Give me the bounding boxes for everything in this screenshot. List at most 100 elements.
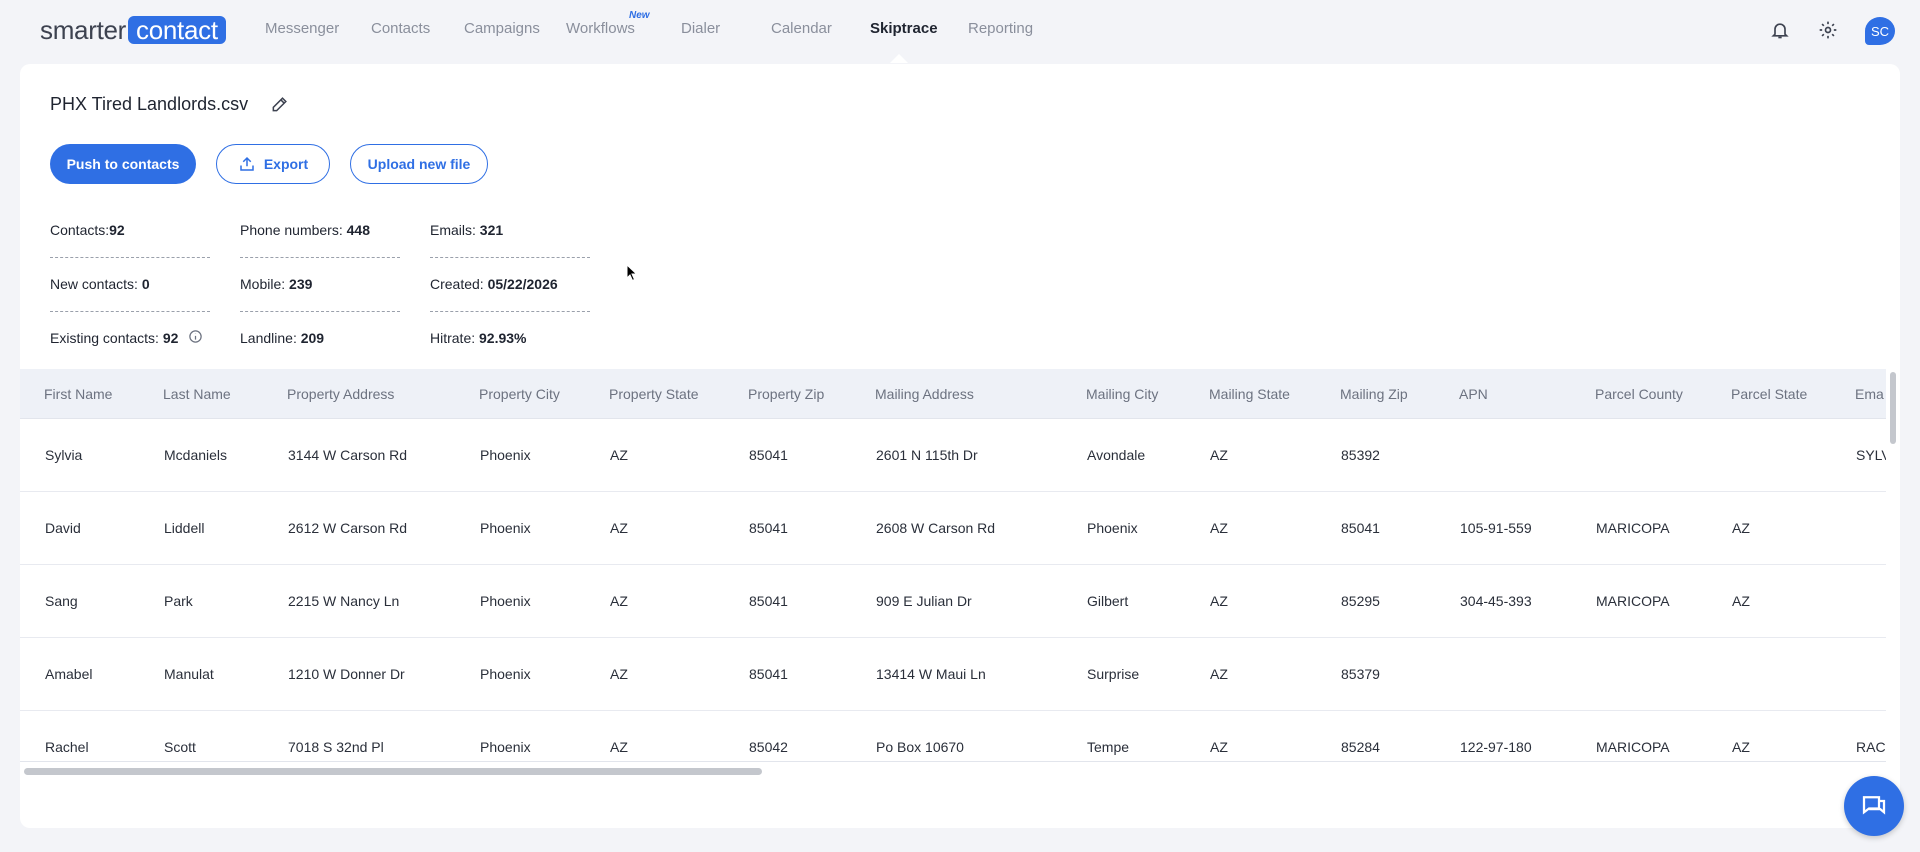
cell: 85042 <box>749 739 788 755</box>
cell: Po Box 10670 <box>876 739 964 755</box>
column-header[interactable]: Parcel County <box>1595 386 1683 402</box>
cell: Sang <box>45 593 78 609</box>
mouse-cursor-icon <box>626 263 638 287</box>
table-row[interactable]: Rachel Scott 7018 S 32nd Pl Phoenix AZ 8… <box>20 711 1886 765</box>
column-header[interactable]: Property State <box>609 386 699 402</box>
column-header[interactable]: Mailing Address <box>875 386 974 402</box>
cell: Phoenix <box>480 739 531 755</box>
bell-icon[interactable] <box>1768 18 1792 42</box>
horizontal-scrollbar[interactable] <box>20 765 1886 777</box>
divider <box>430 257 590 258</box>
cell: Tempe <box>1087 739 1130 755</box>
chat-support-button[interactable] <box>1844 776 1904 836</box>
divider <box>50 257 210 258</box>
smartercontact-logo[interactable]: smarter contact <box>40 16 226 44</box>
cell: Liddell <box>164 520 205 536</box>
column-header[interactable]: First Name <box>44 386 112 402</box>
stat-phone-numbers: Phone numbers: 448 <box>240 222 370 238</box>
cell: 105-91-559 <box>1460 520 1532 536</box>
stat-emails: Emails: 321 <box>430 222 504 238</box>
nav-item-contacts[interactable]: Contacts <box>371 20 430 37</box>
cell: AZ <box>1210 447 1228 463</box>
active-nav-indicator <box>890 54 908 63</box>
cell: 3144 W Carson Rd <box>288 447 408 463</box>
cell: 122-97-180 <box>1460 739 1532 755</box>
pencil-icon[interactable] <box>270 94 292 116</box>
table-row[interactable]: Sylvia Mcdaniels 3144 W Carson Rd Phoeni… <box>20 419 1886 492</box>
cell: AZ <box>1210 593 1228 609</box>
column-header[interactable]: Ema <box>1855 386 1884 402</box>
cell: Surprise <box>1087 666 1140 682</box>
cell: Park <box>164 593 193 609</box>
cell: AZ <box>610 739 628 755</box>
column-header[interactable]: Mailing City <box>1086 386 1158 402</box>
cell: Phoenix <box>480 593 531 609</box>
cell: Avondale <box>1087 447 1146 463</box>
push-to-contacts-button[interactable]: Push to contacts <box>50 144 196 184</box>
stat-existing-contacts: Existing contacts: 92 <box>50 330 203 347</box>
column-header[interactable]: APN <box>1459 386 1488 402</box>
column-header[interactable]: Property Zip <box>748 386 824 402</box>
cell: 85041 <box>749 520 788 536</box>
cell: AZ <box>1210 520 1228 536</box>
cell: 1210 W Donner Dr <box>288 666 405 682</box>
cell: 304-45-393 <box>1460 593 1532 609</box>
chat-bubble-icon <box>1862 796 1886 815</box>
cell: Phoenix <box>480 666 531 682</box>
cell: 85041 <box>1341 520 1380 536</box>
upload-icon <box>238 155 256 173</box>
vertical-scrollbar-thumb[interactable] <box>1890 372 1896 444</box>
cell: 909 E Julian Dr <box>876 593 972 609</box>
cell: AZ <box>1210 666 1228 682</box>
cell: MARICOPA <box>1596 593 1670 609</box>
table-row[interactable]: David Liddell 2612 W Carson Rd Phoenix A… <box>20 492 1886 565</box>
cell: Rachel <box>45 739 89 755</box>
column-header[interactable]: Property City <box>479 386 560 402</box>
nav-item-workflows[interactable]: Workflows <box>566 20 635 37</box>
export-button[interactable]: Export <box>216 144 330 184</box>
column-header[interactable]: Last Name <box>163 386 231 402</box>
cell: Phoenix <box>1087 520 1138 536</box>
divider <box>240 257 400 258</box>
nav-item-skiptrace[interactable]: Skiptrace <box>870 20 938 37</box>
cell: 85041 <box>749 593 788 609</box>
cell: Mcdaniels <box>164 447 228 463</box>
cell: 85041 <box>749 666 788 682</box>
cell: AZ <box>610 520 628 536</box>
column-header[interactable]: Mailing Zip <box>1340 386 1408 402</box>
cell: 2215 W Nancy Ln <box>288 593 400 609</box>
cell: 85284 <box>1341 739 1380 755</box>
cell: AZ <box>1732 593 1750 609</box>
table-row[interactable]: Sang Park 2215 W Nancy Ln Phoenix AZ 850… <box>20 565 1886 638</box>
nav-item-messenger[interactable]: Messenger <box>265 20 339 37</box>
cell: MARICOPA <box>1596 520 1670 536</box>
nav-item-campaigns[interactable]: Campaigns <box>464 20 540 37</box>
cell: AZ <box>610 593 628 609</box>
cell: 7018 S 32nd Pl <box>288 739 384 755</box>
nav-item-reporting[interactable]: Reporting <box>968 20 1033 37</box>
cell: RAC <box>1856 739 1886 755</box>
stat-created: Created: 05/22/2026 <box>430 276 558 292</box>
cell: 2612 W Carson Rd <box>288 520 408 536</box>
column-header[interactable]: Property Address <box>287 386 394 402</box>
cell: 2608 W Carson Rd <box>876 520 996 536</box>
nav-item-calendar[interactable]: Calendar <box>771 20 832 37</box>
user-avatar[interactable]: SC <box>1865 17 1895 45</box>
cell: 85295 <box>1341 593 1380 609</box>
divider <box>240 311 400 312</box>
table-row[interactable]: Amabel Manulat 1210 W Donner Dr Phoenix … <box>20 638 1886 711</box>
info-icon[interactable] <box>188 329 203 347</box>
cell: AZ <box>1732 520 1750 536</box>
column-header[interactable]: Parcel State <box>1731 386 1807 402</box>
cell: David <box>45 520 81 536</box>
cell: 85392 <box>1341 447 1380 463</box>
gear-icon[interactable] <box>1816 18 1840 42</box>
column-header[interactable]: Mailing State <box>1209 386 1290 402</box>
upload-new-file-button[interactable]: Upload new file <box>350 144 488 184</box>
horizontal-scrollbar-thumb[interactable] <box>24 768 762 775</box>
cell: MARICOPA <box>1596 739 1670 755</box>
cell: AZ <box>1210 739 1228 755</box>
cell: 13414 W Maui Ln <box>876 666 986 682</box>
nav-item-dialer[interactable]: Dialer <box>681 20 720 37</box>
stat-new-contacts: New contacts: 0 <box>50 276 150 292</box>
